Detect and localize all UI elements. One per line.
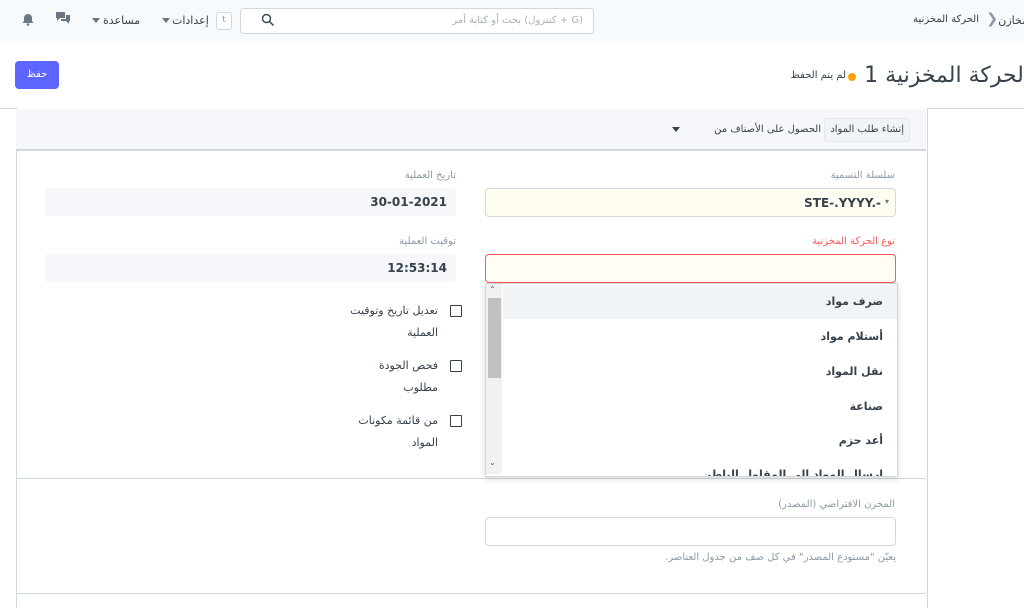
scrollbar-thumb[interactable] bbox=[488, 298, 501, 378]
from-bom-label-line1: من قائمة مكونات bbox=[358, 414, 438, 427]
scroll-up-icon[interactable]: ⌃ bbox=[489, 285, 496, 294]
help-menu[interactable]: مساعدة bbox=[103, 14, 140, 27]
dropdown-option[interactable]: صرف مواد bbox=[503, 285, 897, 319]
default-source-warehouse-hint: يعيّن "مستودع المصدر" في كل صف من جدول ا… bbox=[665, 552, 896, 563]
inspection-required-checkbox-row[interactable]: فحص الجودة مطلوب bbox=[320, 355, 462, 401]
from-bom-checkbox[interactable] bbox=[450, 415, 462, 427]
status-indicator: لم يتم الحفظ bbox=[790, 70, 846, 81]
posting-time-label: توقيت العملية bbox=[399, 236, 456, 247]
from-bom-checkbox-row[interactable]: من قائمة مكونات المواد bbox=[320, 410, 462, 456]
notification-bell-icon[interactable] bbox=[22, 13, 34, 29]
search-placeholder: بحث أو كتابة أمر (كنترول + G) bbox=[452, 15, 583, 26]
shortcut-hint: t bbox=[216, 12, 232, 30]
form-toolbar: إنشاء طلب المواد الحصول على الأصناف من bbox=[16, 109, 926, 151]
set-posting-time-label-line1: تعديل تاريخ وتوقيت bbox=[350, 304, 438, 317]
help-caret-icon bbox=[92, 18, 100, 23]
get-items-from-button[interactable]: الحصول على الأصناف من bbox=[708, 118, 827, 142]
unsaved-indicator-dot bbox=[848, 73, 856, 81]
create-material-request-button[interactable]: إنشاء طلب المواد bbox=[824, 118, 910, 142]
default-source-warehouse-label: المخزن الافتراضي (المصدر) bbox=[778, 499, 895, 510]
settings-menu[interactable]: إعدادات bbox=[172, 14, 209, 27]
inspection-required-checkbox[interactable] bbox=[450, 360, 462, 372]
posting-time-value: 12:53:14 bbox=[387, 261, 447, 275]
stock-entry-type-dropdown: ⌃ ⌄ صرف مواد أستلام مواد نقل المواد صناع… bbox=[485, 283, 898, 477]
search-input[interactable]: بحث أو كتابة أمر (كنترول + G) bbox=[240, 8, 594, 34]
default-source-warehouse-input[interactable] bbox=[485, 517, 896, 546]
posting-date-field[interactable]: 30-01-2021 bbox=[45, 188, 456, 216]
dropdown-scrollbar[interactable]: ⌃ ⌄ bbox=[486, 284, 502, 474]
set-posting-time-checkbox[interactable] bbox=[450, 305, 462, 317]
scroll-down-icon[interactable]: ⌄ bbox=[489, 458, 496, 467]
chat-icon[interactable] bbox=[55, 11, 71, 28]
get-items-caret-icon bbox=[672, 127, 680, 132]
set-posting-time-label-line2: العملية bbox=[407, 326, 438, 339]
set-posting-time-checkbox-row[interactable]: تعديل تاريخ وتوقيت العملية bbox=[320, 300, 462, 346]
naming-series-label: سلسلة التسمية bbox=[830, 170, 895, 181]
inspection-required-label: فحص الجودة مطلوب bbox=[379, 355, 438, 399]
breadcrumb-separator-icon: ❯ bbox=[986, 11, 998, 27]
settings-caret-icon bbox=[162, 18, 170, 23]
save-button[interactable]: حفظ bbox=[15, 61, 59, 89]
page-head: الحركة المخزنية 1 لم يتم الحفظ bbox=[0, 41, 1024, 109]
posting-date-label: تاريخ العملية bbox=[404, 170, 456, 181]
get-items-from-label: الحصول على الأصناف من bbox=[714, 124, 821, 135]
inspection-required-label-line1: فحص الجودة bbox=[378, 359, 438, 372]
dropdown-option[interactable]: صناعة bbox=[503, 390, 897, 424]
navbar: مخازن ❯ الحركة المخزنية بحث أو كتابة أمر… bbox=[0, 0, 1024, 42]
from-bom-label: من قائمة مكونات المواد bbox=[358, 410, 438, 454]
inspection-required-label-line2: مطلوب bbox=[403, 381, 438, 394]
posting-date-value: 30-01-2021 bbox=[370, 195, 447, 209]
select-arrows-icon: ▾ bbox=[884, 197, 889, 206]
section-divider bbox=[16, 478, 926, 479]
page-title: الحركة المخزنية 1 bbox=[864, 63, 1024, 88]
set-posting-time-label: تعديل تاريخ وتوقيت العملية bbox=[350, 300, 438, 344]
naming-series-select[interactable]: STE-.YYYY.- ▾ bbox=[485, 188, 896, 217]
breadcrumb-stock[interactable]: مخازن bbox=[998, 14, 1024, 27]
stock-entry-type-input[interactable] bbox=[485, 254, 896, 283]
dropdown-option[interactable]: أعد حزم bbox=[503, 424, 897, 458]
stock-entry-type-label: نوع الحركة المخزنية bbox=[812, 236, 895, 247]
naming-series-value: STE-.YYYY.- bbox=[804, 196, 881, 210]
from-bom-label-line2: المواد bbox=[411, 436, 438, 449]
dropdown-option[interactable]: نقل المواد bbox=[503, 355, 897, 389]
breadcrumb-current[interactable]: الحركة المخزنية bbox=[913, 14, 979, 25]
dropdown-option[interactable]: أستلام مواد bbox=[503, 320, 897, 354]
bottom-divider bbox=[16, 593, 926, 594]
posting-time-field[interactable]: 12:53:14 bbox=[45, 254, 456, 282]
search-icon bbox=[261, 13, 275, 30]
dropdown-option[interactable]: إرسال المواد إلى المقاول الباطن bbox=[503, 458, 897, 476]
